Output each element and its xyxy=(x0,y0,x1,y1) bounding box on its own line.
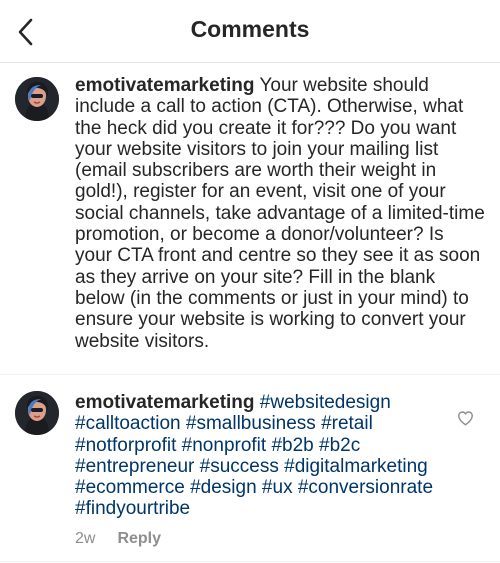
comment-timestamp: 2w xyxy=(75,530,96,547)
like-button[interactable] xyxy=(454,407,476,429)
caption-text-block: emotivatemarketing Your website should i… xyxy=(75,75,485,352)
avatar[interactable] xyxy=(15,77,59,121)
avatar[interactable] xyxy=(15,391,59,435)
avatar-image xyxy=(15,391,59,435)
caption-text: Your website should include a call to ac… xyxy=(75,75,485,352)
caption-username[interactable]: emotivatemarketing xyxy=(75,75,255,96)
divider xyxy=(0,561,500,562)
comment-username[interactable]: emotivatemarketing xyxy=(75,392,255,413)
comment-item: emotivatemarketing #websitedesign #callt… xyxy=(0,375,500,563)
comment-text-block: emotivatemarketing #websitedesign #callt… xyxy=(75,392,440,520)
comments-header: Comments xyxy=(0,0,500,63)
page-title: Comments xyxy=(190,16,310,42)
avatar-image xyxy=(15,77,59,121)
post-caption: emotivatemarketing Your website should i… xyxy=(0,62,500,375)
heart-outline-icon xyxy=(457,411,473,426)
comment-meta: 2w Reply xyxy=(75,530,161,548)
reply-button[interactable]: Reply xyxy=(117,530,161,548)
